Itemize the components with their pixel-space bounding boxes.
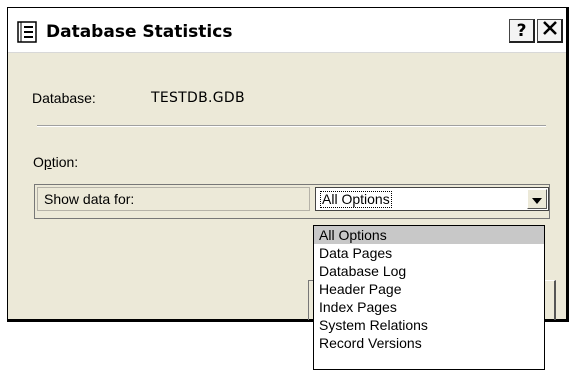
list-item[interactable]: Data Pages <box>314 244 544 262</box>
dropdown-button[interactable] <box>527 189 547 209</box>
close-icon <box>542 20 558 41</box>
chevron-down-icon <box>532 191 542 207</box>
list-item[interactable]: Index Pages <box>314 298 544 316</box>
option-label: Option: <box>33 154 79 170</box>
list-item[interactable]: Header Page <box>314 280 544 298</box>
dropdown-list[interactable]: All Options Data Pages Database Log Head… <box>313 225 545 370</box>
title-bar[interactable]: Database Statistics ? <box>8 8 566 53</box>
list-item[interactable]: Record Versions <box>314 334 544 352</box>
show-data-for-label: Show data for: <box>37 187 310 211</box>
list-item[interactable]: Database Log <box>314 262 544 280</box>
select-current-value: All Options <box>320 191 392 208</box>
list-item[interactable]: System Relations <box>314 316 544 334</box>
database-label: Database: <box>32 90 96 106</box>
show-data-for-select[interactable]: All Options <box>315 187 549 211</box>
cancel-button[interactable] <box>544 280 556 320</box>
help-button[interactable]: ? <box>509 19 535 43</box>
window-title: Database Statistics <box>46 22 233 42</box>
database-name-value: TESTDB.GDB <box>151 90 245 106</box>
options-grid: Show data for: All Options <box>34 184 550 219</box>
database-stats-icon <box>16 21 40 43</box>
list-item[interactable]: All Options <box>314 226 544 244</box>
close-button[interactable] <box>537 19 563 43</box>
separator <box>37 125 546 127</box>
